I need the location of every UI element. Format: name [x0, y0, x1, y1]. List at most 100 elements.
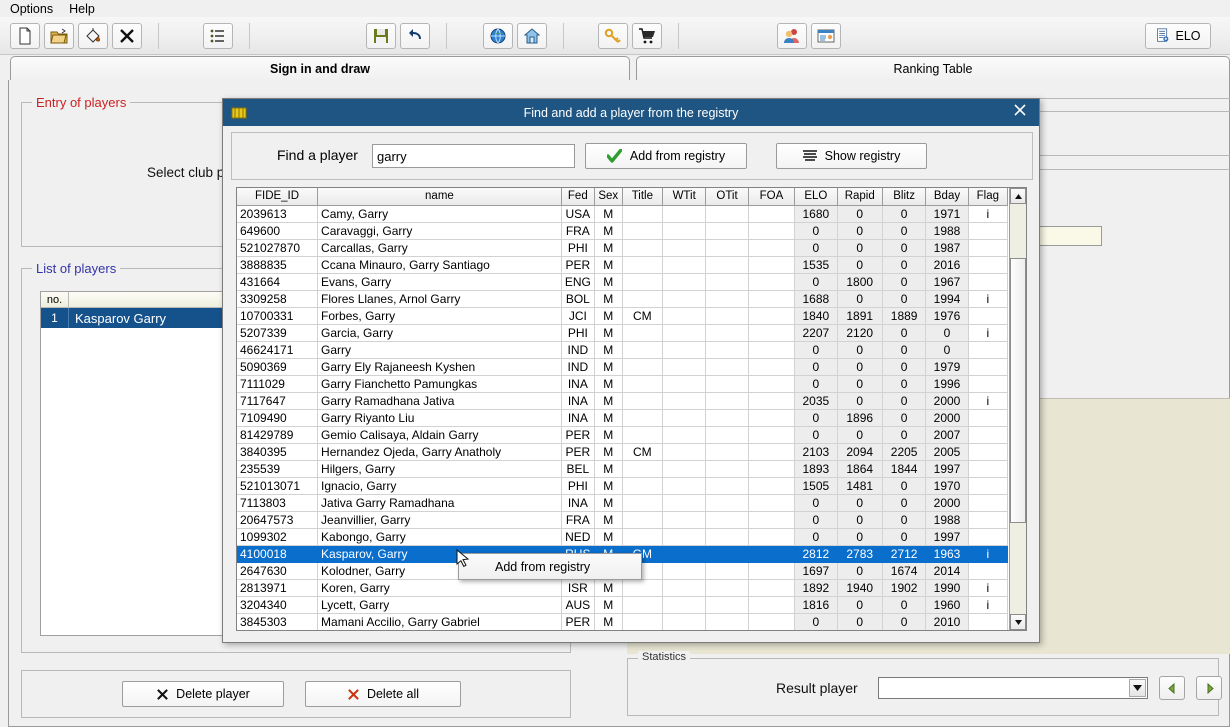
table-row[interactable]: 46624171 Garry IND M 0 0 0 0: [237, 341, 1009, 359]
add-from-registry-button[interactable]: Add from registry: [585, 143, 747, 169]
cell-blitz: 0: [882, 613, 927, 630]
cell-blitz: 0: [882, 409, 927, 427]
column-header-wtit[interactable]: WTit: [662, 188, 707, 206]
x-mark-red-icon: [347, 688, 360, 701]
cell-rapid: 1896: [837, 409, 883, 427]
close-button[interactable]: [112, 22, 142, 49]
table-row[interactable]: 7109490 Garry Riyanto Liu INA M 0 1896 0 2000: [237, 409, 1009, 427]
table-row[interactable]: 7113803 Jativa Garry Ramadhana INA M 0 0 0 2000: [237, 494, 1009, 512]
cell-rapid: 0: [837, 511, 883, 529]
column-header-blitz[interactable]: Blitz: [882, 188, 927, 206]
menu-item-help[interactable]: Help: [61, 1, 103, 17]
table-row[interactable]: 10700331 Forbes, Garry JCI M CM 1840 1891 1889 1…: [237, 307, 1009, 325]
table-row[interactable]: 3845303 Mamani Accilio, Garry Gabriel PER M…: [237, 613, 1009, 630]
home-button[interactable]: [517, 22, 547, 49]
table-row[interactable]: 7111029 Garry Fianchetto Pamungkas INA M 0 0 0…: [237, 375, 1009, 393]
show-registry-button[interactable]: Show registry: [776, 143, 927, 169]
dialog-title-bar[interactable]: Find and add a player from the registry: [223, 99, 1039, 126]
cell-wtit: [662, 290, 707, 308]
column-header-otit[interactable]: OTit: [705, 188, 749, 206]
cell-flag: [968, 256, 1009, 274]
tab-label: Sign in and draw: [269, 62, 370, 76]
open-file-button[interactable]: [44, 22, 74, 49]
result-player-select[interactable]: [878, 677, 1148, 699]
save-as-button[interactable]: [78, 22, 108, 49]
save-button[interactable]: [366, 22, 396, 49]
cell-name: Garry Riyanto Liu: [317, 409, 562, 427]
table-row[interactable]: 20647573 Jeanvillier, Garry FRA M 0 0 0 1988: [237, 511, 1009, 529]
scroll-down-icon[interactable]: [1010, 614, 1026, 630]
table-row[interactable]: 3309258 Flores Llanes, Arnol Garry BOL M 168…: [237, 290, 1009, 308]
scroll-up-icon[interactable]: [1010, 188, 1026, 204]
cell-foa: [748, 290, 796, 308]
next-result-button[interactable]: [1196, 676, 1222, 700]
internet-button[interactable]: [483, 22, 513, 49]
shopping-cart-icon: [638, 27, 656, 45]
elo-button[interactable]: ELO: [1145, 22, 1211, 49]
cell-title: [622, 494, 663, 512]
column-header-rapid[interactable]: Rapid: [837, 188, 883, 206]
column-header-fed[interactable]: Fed: [561, 188, 595, 206]
cell-wtit: [662, 562, 707, 580]
card-button[interactable]: [811, 22, 841, 49]
previous-result-button[interactable]: [1159, 676, 1185, 700]
cell-name: Jativa Garry Ramadhana: [317, 494, 562, 512]
left-arrow-icon: [1167, 682, 1178, 694]
search-input-value: garry: [377, 148, 407, 164]
table-row[interactable]: 5207339 Garcia, Garry PHI M 2207 2120 0 0 i: [237, 324, 1009, 342]
tab-ranking-table[interactable]: Ranking Table: [636, 56, 1230, 81]
list-button[interactable]: [203, 22, 233, 49]
table-row[interactable]: 235539 Hilgers, Garry BEL M 1893 1864 1844 1997: [237, 460, 1009, 478]
table-row[interactable]: 649600 Caravaggi, Garry FRA M 0 0 0 1988: [237, 222, 1009, 240]
table-row[interactable]: 1099302 Kabongo, Garry NED M 0 0 0 1997: [237, 528, 1009, 546]
context-menu-item-add-from-registry[interactable]: Add from registry: [495, 560, 590, 574]
players-button[interactable]: [777, 22, 807, 49]
delete-all-button[interactable]: Delete all: [305, 681, 461, 707]
key-button[interactable]: [598, 22, 628, 49]
table-row[interactable]: 521013071 Ignacio, Garry PHI M 1505 1481 0 1970: [237, 477, 1009, 495]
table-row[interactable]: 3888835 Ccana Minauro, Garry Santiago PER M…: [237, 256, 1009, 274]
right-arrow-icon: [1204, 682, 1215, 694]
cell-otit: [705, 273, 749, 291]
cell-fed: IND: [561, 358, 595, 376]
mouse-cursor: [456, 548, 470, 569]
tab-sign-in-and-draw[interactable]: Sign in and draw: [10, 56, 630, 81]
column-header-fide-id[interactable]: FIDE_ID: [237, 188, 319, 206]
new-file-button[interactable]: [10, 22, 40, 49]
table-row[interactable]: 5090369 Garry Ely Rajaneesh Kyshen IND M 0 0 0…: [237, 358, 1009, 376]
cell-fide_id: 3309258: [237, 290, 319, 308]
column-header-name[interactable]: name: [317, 188, 562, 206]
statistics-caption: Statistics: [638, 651, 691, 663]
search-input[interactable]: garry: [372, 144, 575, 168]
cell-fed: FRA: [561, 222, 595, 240]
menu-item-options[interactable]: Options: [2, 1, 61, 17]
column-header-title[interactable]: Title: [622, 188, 663, 206]
cell-blitz: 0: [882, 477, 927, 495]
table-row[interactable]: 81429789 Gemio Calisaya, Aldain Garry PER M…: [237, 426, 1009, 444]
player-actions-group: Delete player Delete all: [21, 670, 571, 718]
table-row[interactable]: 3840395 Hernandez Ojeda, Garry Anatholy PE…: [237, 443, 1009, 461]
cell-elo: 1840: [794, 307, 838, 325]
column-header-foa[interactable]: FOA: [748, 188, 796, 206]
cell-blitz: 0: [882, 375, 927, 393]
column-header-flag[interactable]: Flag: [968, 188, 1009, 206]
table-row[interactable]: 7117647 Garry Ramadhana Jativa INA M 2035 0 0 2…: [237, 392, 1009, 410]
column-header-elo[interactable]: ELO: [794, 188, 838, 206]
table-row[interactable]: 2813971 Koren, Garry ISR M 1892 1940 1902 1990 i: [237, 579, 1009, 597]
cart-button[interactable]: [632, 22, 662, 49]
close-icon[interactable]: [1011, 103, 1029, 121]
grid-vertical-scrollbar[interactable]: [1009, 188, 1026, 630]
column-header-bday[interactable]: Bday: [925, 188, 969, 206]
delete-player-button[interactable]: Delete player: [122, 681, 284, 707]
column-header-sex[interactable]: Sex: [594, 188, 623, 206]
cell-foa: [748, 528, 796, 546]
table-row[interactable]: 2039613 Camy, Garry USA M 1680 0 0 1971 i: [237, 205, 1009, 223]
chevron-down-icon[interactable]: [1129, 679, 1146, 697]
table-row[interactable]: 431664 Evans, Garry ENG M 0 1800 0 1967: [237, 273, 1009, 291]
cell-flag: i: [968, 545, 1009, 563]
scrollbar-thumb[interactable]: [1010, 258, 1026, 523]
undo-button[interactable]: [400, 22, 430, 49]
table-row[interactable]: 521027870 Carcallas, Garry PHI M 0 0 0 1987: [237, 239, 1009, 257]
cell-otit: [705, 613, 749, 630]
table-row[interactable]: 3204340 Lycett, Garry AUS M 1816 0 0 1960 i: [237, 596, 1009, 614]
